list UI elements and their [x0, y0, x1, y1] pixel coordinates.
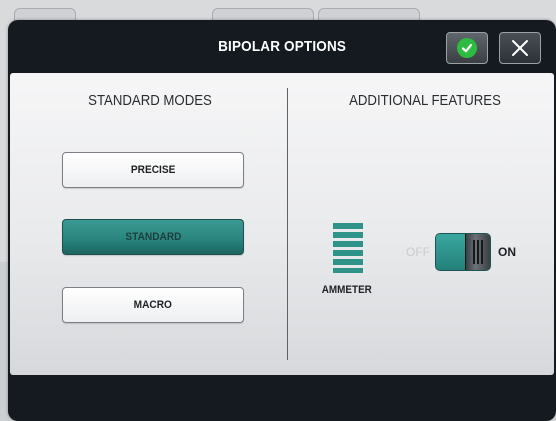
ammeter-toggle-switch[interactable] — [435, 233, 491, 271]
section-divider — [287, 88, 288, 360]
ammeter-label: AMMETER — [321, 284, 372, 296]
toggle-on-label: ON — [498, 245, 516, 259]
mode-precise-button[interactable]: PRECISE — [62, 152, 244, 188]
additional-features-heading: ADDITIONAL FEATURES — [349, 92, 501, 109]
ammeter-icon[interactable] — [333, 223, 363, 273]
toggle-knob[interactable] — [465, 234, 490, 270]
bipolar-options-dialog: BIPOLAR OPTIONS STANDARD MODES ADDITIONA… — [8, 20, 556, 421]
toggle-off-label: OFF — [406, 245, 430, 259]
confirm-button[interactable] — [446, 32, 488, 64]
mode-standard-button[interactable]: STANDARD — [62, 219, 244, 255]
check-icon — [457, 38, 477, 58]
mode-label: STANDARD — [124, 231, 182, 243]
mode-macro-button[interactable]: MACRO — [62, 287, 244, 323]
dialog-title: BIPOLAR OPTIONS — [218, 37, 346, 55]
dialog-content: STANDARD MODES ADDITIONAL FEATURES PRECI… — [10, 73, 554, 375]
close-button[interactable] — [499, 32, 541, 64]
close-icon — [512, 40, 528, 56]
standard-modes-heading: STANDARD MODES — [88, 92, 212, 109]
mode-label: PRECISE — [130, 164, 176, 176]
mode-label: MACRO — [133, 299, 173, 311]
